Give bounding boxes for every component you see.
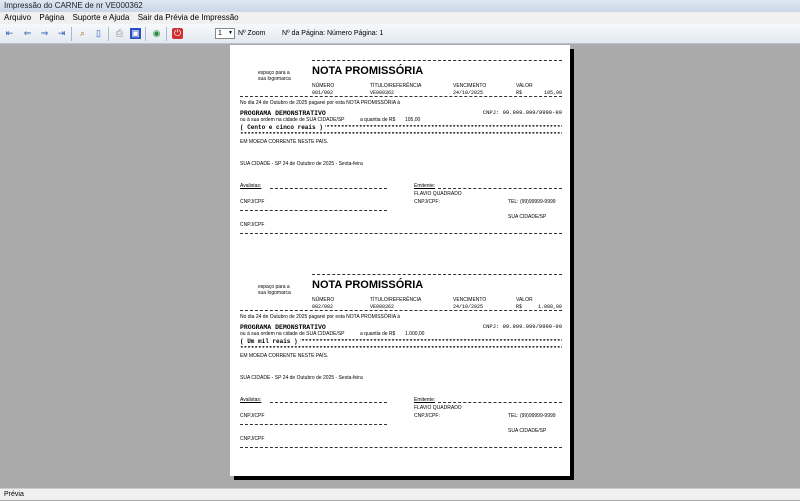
divider [270,402,387,403]
cnpjcpf-emit: CNPJ/CPF: [414,199,440,205]
quantia-label: a quantia de R$ [360,331,396,337]
emitente: FLAVIO QUADRADO [414,191,462,197]
toolbar: ⇤ ⇐ ⇒ ⇥ ⌕ ▯ ⎙ ▣ ◉ ⏻ 1 ▼ Nº Zoom Nº da Pág… [0,24,800,44]
menu-suporte[interactable]: Suporte e Ajuda [73,13,130,22]
avalistas: Avalistas: [240,397,262,403]
extenso: ( Um mil reais ) [240,338,300,345]
export-icon[interactable]: ▣ [130,28,141,39]
menu-sair[interactable]: Sair da Prévia de Impressão [138,13,239,22]
quantia: 105,00 [405,117,421,123]
divider [312,274,562,275]
h-venc: VENCIMENTO [453,297,487,303]
h-numero: NÚMERO [312,297,335,303]
h-venc: VENCIMENTO [453,83,487,89]
emitente-label: Emitente: [414,397,436,403]
moeda-text: EM MOEDA CORRENTE NESTE PAÍS. [240,139,329,145]
quantia-label: a quantia de R$ [360,117,396,123]
data-local: SUA CIDADE - SP 24 de Outubro de 2025 - … [240,375,363,381]
search-icon[interactable]: ⌕ [77,28,88,39]
print-icon[interactable]: ⎙ [114,28,125,39]
close-icon[interactable]: ⏻ [172,28,183,39]
two-pages-icon[interactable]: ▯ [93,28,104,39]
cnpjcpf1: CNPJ/CPF [240,199,265,205]
first-page-icon[interactable]: ⇤ [4,28,15,39]
tel: TEL: (99)99999-9999 [508,199,556,205]
last-page-icon[interactable]: ⇥ [56,28,67,39]
logo-placeholder: sua logomarca [258,76,291,82]
promissory-note: espaço para a sua logomarca NOTA PROMISSÓR… [230,58,570,258]
zoom-label: Nº Zoom [238,30,266,37]
cidade: SUA CIDADE/SP [508,214,547,220]
divider [312,60,562,61]
note-title: NOTA PROMISSÓRIA [312,279,424,291]
logo-placeholder: sua logomarca [258,290,291,296]
h-titulo: TÍTULO/REFERÊNCIA [370,297,422,303]
line1: No dia 24 de Outubro de 2025 pagarei por… [240,314,400,320]
cnpjcpf-emit: CNPJ/CPF: [414,413,440,419]
star-fill: ****************************************… [240,132,562,138]
divider [438,402,562,403]
prev-page-icon[interactable]: ⇐ [22,28,33,39]
line1: No dia 24 de Outubro de 2025 pagarei por… [240,100,400,106]
extenso: ( Cento e cinco reais ) [240,124,325,131]
beneficiario: PROGRAMA DEMONSTRATIVO [240,110,326,117]
menu-arquivo[interactable]: Arquivo [4,13,31,22]
next-page-icon[interactable]: ⇒ [39,28,50,39]
cnpj: CNPJ: 99.999.999/9999-99 [482,109,562,116]
h-valor: VALOR [516,297,533,303]
status-bar: Prévia [0,488,800,500]
data-local: SUA CIDADE - SP 24 de Outubro de 2025 - … [240,161,363,167]
divider [240,447,562,448]
cnpjcpf1: CNPJ/CPF [240,413,265,419]
divider [240,424,387,425]
emitente-label: Emitente: [414,183,436,189]
page-label: Nº da Página: Número Página: 1 [282,30,384,37]
zoom-select[interactable]: 1 ▼ [215,28,235,39]
ordem: ou à sua ordem na cidade de SUA CIDADE/S… [240,117,345,123]
globe-icon[interactable]: ◉ [151,28,162,39]
cnpjcpf2: CNPJ/CPF [240,436,265,442]
divider [438,188,562,189]
cnpj: CNPJ: 99.999.999/9999-99 [482,323,562,330]
divider [240,310,562,311]
quantia: 1.000,00 [405,331,425,337]
note-title: NOTA PROMISSÓRIA [312,65,424,77]
print-preview-page: espaço para a sua logomarca NOTA PROMISSÓR… [230,45,570,476]
divider [240,96,562,97]
divider [270,188,387,189]
h-titulo: TÍTULO/REFERÊNCIA [370,83,422,89]
cidade: SUA CIDADE/SP [508,428,547,434]
divider [240,233,562,234]
divider [240,210,387,211]
tel: TEL: (99)99999-9999 [508,413,556,419]
moeda-text: EM MOEDA CORRENTE NESTE PAÍS. [240,353,329,359]
cnpjcpf2: CNPJ/CPF [240,222,265,228]
avalistas: Avalistas: [240,183,262,189]
ordem: ou à sua ordem na cidade de SUA CIDADE/S… [240,331,345,337]
h-numero: NÚMERO [312,83,335,89]
emitente: FLAVIO QUADRADO [414,405,462,411]
menu-pagina[interactable]: Página [39,13,64,22]
menu-bar: Arquivo Página Suporte e Ajuda Sair da P… [0,12,800,24]
chevron-down-icon: ▼ [228,30,233,36]
beneficiario: PROGRAMA DEMONSTRATIVO [240,324,326,331]
h-valor: VALOR [516,83,533,89]
promissory-note: espaço para a sua logomarca NOTA PROMISSÓR… [230,272,570,472]
star-fill: ****************************************… [240,346,562,352]
window-title: Impressão do CARNE de nr VE000362 [0,0,800,12]
